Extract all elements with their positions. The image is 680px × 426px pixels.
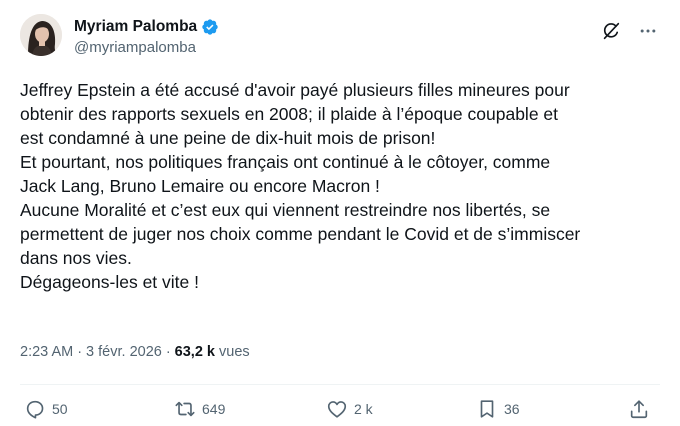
avatar[interactable] — [20, 14, 62, 56]
share-button[interactable] — [628, 398, 650, 420]
tweet-text-line: dans nos vies. — [20, 248, 132, 268]
meta-separator: · — [165, 344, 171, 360]
reply-button[interactable]: 50 — [24, 398, 68, 420]
reply-icon — [26, 400, 44, 419]
tweet-text-line: Aucune Moralité et c’est eux qui viennen… — [20, 200, 551, 220]
verified-badge-icon — [202, 19, 218, 35]
tweet-text-line: Jack Lang, Bruno Lemaire ou encore Macro… — [20, 176, 380, 196]
share-icon — [630, 400, 648, 419]
tweet-text-line: est condamné à une peine de dix-huit moi… — [20, 128, 436, 148]
repost-count: 649 — [202, 401, 226, 417]
tweet-text-line: Et pourtant, nos politiques français ont… — [20, 152, 551, 172]
reply-count: 50 — [52, 401, 68, 417]
tweet-meta: 2:23 AM · 3 févr. 2026 · 63,2 k vues — [20, 344, 250, 360]
tweet-text-line: obtenir des rapports sexuels en 2008; il… — [20, 104, 559, 124]
timestamp-time[interactable]: 2:23 AM — [20, 344, 73, 360]
divider — [20, 384, 660, 385]
views-label: vues — [219, 344, 250, 360]
more-options-icon[interactable] — [638, 21, 658, 41]
bookmark-count: 36 — [504, 401, 520, 417]
header-actions — [600, 20, 658, 42]
grok-icon[interactable] — [600, 20, 622, 42]
tweet-text-line: Dégageons-les et vite ! — [20, 272, 199, 292]
tweet: Myriam Palomba @myriampalomba Jeffrey Ep… — [0, 0, 680, 426]
tweet-text-line: Jeffrey Epstein a été accusé d'avoir pay… — [20, 80, 570, 100]
views-count[interactable]: 63,2 k — [175, 344, 215, 360]
timestamp-date[interactable]: 3 févr. 2026 — [86, 344, 162, 360]
bookmark-button[interactable]: 36 — [476, 398, 520, 420]
tweet-text: Jeffrey Epstein a été accusé d'avoir pay… — [20, 78, 665, 294]
like-button[interactable]: 2 k — [326, 398, 373, 420]
tweet-text-line: permettent de juger nos choix comme pend… — [20, 224, 581, 244]
meta-separator: · — [77, 344, 83, 360]
heart-icon — [327, 401, 347, 418]
repost-icon — [175, 401, 195, 417]
action-bar: 50 649 2 k 36 — [20, 398, 660, 424]
tweet-header: Myriam Palomba @myriampalomba — [20, 14, 660, 66]
author-names: Myriam Palomba @myriampalomba — [74, 14, 219, 56]
repost-button[interactable]: 649 — [174, 398, 225, 420]
like-count: 2 k — [354, 401, 373, 417]
bookmark-icon — [480, 400, 494, 418]
handle[interactable]: @myriampalomba — [74, 39, 219, 56]
display-name[interactable]: Myriam Palomba — [74, 18, 197, 36]
